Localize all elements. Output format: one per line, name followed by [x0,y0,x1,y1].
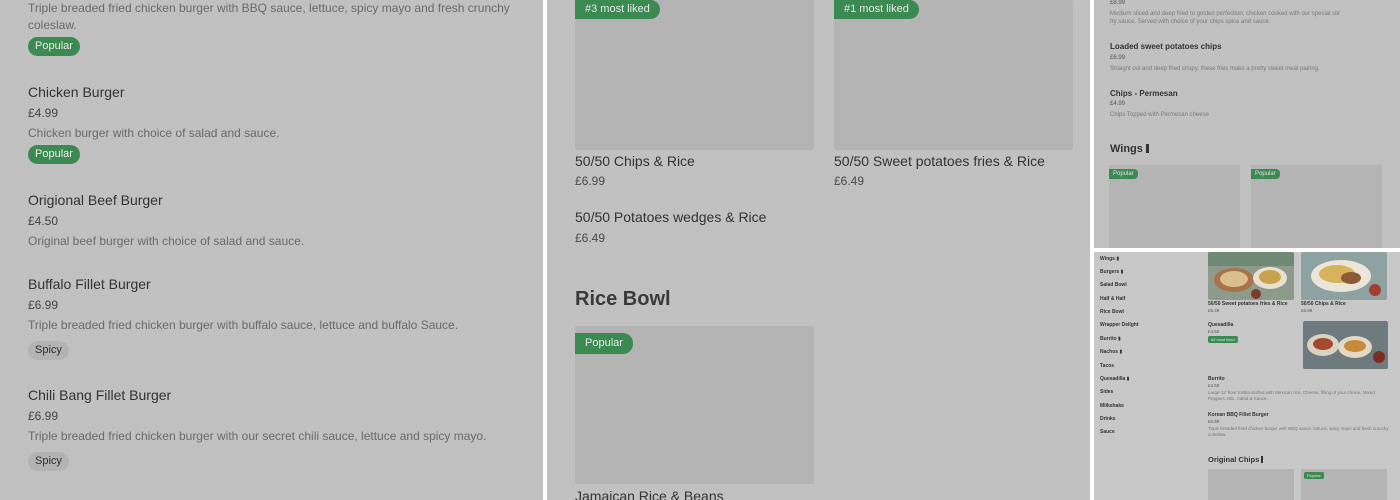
nav-item-sides[interactable]: Sides [1100,389,1113,395]
item-title[interactable]: Chili Bang Fillet Burger [28,387,171,403]
item-price: £6.99 [1110,55,1126,61]
nav-item-milkshake[interactable]: Milkshake [1100,403,1124,409]
item-price: £4.99 [28,106,59,120]
icon-bar [1261,456,1264,463]
nav-item-wings[interactable]: Wings ▮ [1100,256,1119,262]
food-photo-art [1303,321,1388,369]
item-description: Chicken burger with choice of salad and … [28,126,280,140]
product-image[interactable] [575,0,814,150]
item-price: £4.50 [1208,383,1220,388]
item-description: Chips Topped with Permesan cheese [1110,112,1209,118]
item-price: £4.99 [1110,101,1126,107]
item-title[interactable]: Chicken Burger [28,84,125,100]
section-heading: Wings [1110,143,1149,155]
product-price: £6.49 [1208,308,1220,313]
nav-item-burrito[interactable]: Burrito ▮ [1100,336,1121,342]
item-description: Triple breaded fried chicken burger with… [28,318,459,332]
full-menu-panel: Wings ▮ Burgers ▮ Salad Bowl Half & Half… [1094,252,1400,500]
nav-item-tacos[interactable]: Tacos [1100,363,1114,369]
spicy-badge: Spicy [28,341,69,360]
product-price: £6.49 [834,174,865,188]
food-photo[interactable] [1301,252,1387,300]
item-description: Large 12' flour tortilla stuffed with Me… [1208,390,1375,401]
item-title[interactable]: Loaded sweet potatoes chips [1110,42,1222,51]
product-price: £6.99 [1301,308,1313,313]
item-description: Original beef burger with choice of sala… [28,234,305,248]
item-price: £4.50 [28,214,59,228]
nav-item-quesadilla[interactable]: Quesadilla ▮ [1100,376,1129,382]
item-description: Medium sliced and deep fried to golden p… [1110,11,1341,25]
item-price: £4.50 [1208,329,1220,334]
nav-item-burgers[interactable]: Burgers ▮ [1100,269,1123,275]
section-heading: Original Chips [1208,455,1264,464]
product-title[interactable]: 50/50 Sweet potatoes fries & Rice [1208,301,1287,307]
item-title[interactable]: Chips - Permesan [1110,89,1178,98]
item-title[interactable]: Quesadilla [1208,322,1233,328]
nav-item-half-half[interactable]: Half & Half [1100,296,1125,302]
product-title[interactable]: 50/50 Chips & Rice [575,153,695,169]
nav-item-salad-bowl[interactable]: Salad Bowl [1100,282,1127,288]
item-title[interactable]: Origional Beef Burger [28,192,163,208]
product-title[interactable]: 50/50 Potatoes wedges & Rice [575,209,766,225]
item-price: £6.99 [28,409,59,423]
product-image[interactable] [1208,469,1294,500]
nav-item-drinks[interactable]: Drinks [1100,416,1116,422]
popular-badge: Popular [1109,169,1138,179]
nav-item-rice-bowl[interactable]: Rice Bowl [1100,309,1124,315]
product-title[interactable]: 50/50 Chips & Rice [1301,301,1346,307]
section-title: Original Chips [1208,455,1260,464]
product-price: £6.49 [575,231,606,245]
icon-bar [1145,144,1149,153]
food-photo-art [1301,252,1387,300]
item-description: Triple breaded fried chicken burger with… [1208,426,1389,437]
popular-badge: Popular [575,333,633,354]
item-description: Triple breaded fried chicken burger with… [28,429,487,443]
nav-item-sauce[interactable]: Sauce [1100,429,1115,435]
item-description: Triple breaded fried chicken burger with… [28,1,510,32]
item-title[interactable]: Burrito [1208,376,1225,382]
sides-panel: £8.99 Medium sliced and deep fried to go… [1094,0,1400,248]
popular-badge: Popular [28,37,80,56]
food-photo[interactable] [1208,252,1294,300]
nav-item-wrapper-delight[interactable]: Wrapper Delight [1100,322,1139,328]
item-title[interactable]: Buffalo Fillet Burger [28,276,151,292]
product-title[interactable]: 50/50 Sweet potatoes fries & Rice [834,153,1045,169]
food-photo[interactable] [1303,321,1388,369]
section-heading: Rice Bowl [575,288,671,310]
menu-list-panel: Triple breaded fried chicken burger with… [0,0,543,500]
popular-badge: Popular [1251,169,1280,179]
product-title[interactable]: Jamaican Rice & Beans [575,488,724,500]
item-price: £8.99 [1110,0,1126,6]
product-price: £6.99 [575,174,606,188]
most-liked-badge: #3 most liked [575,0,660,19]
popular-badge: Popular [28,145,80,164]
spicy-badge: Spicy [28,452,69,471]
nav-item-nachos[interactable]: Nachos ▮ [1100,349,1122,355]
product-image[interactable] [834,0,1073,150]
most-liked-badge: #1 most liked [834,0,919,19]
item-price: £6.99 [28,298,59,312]
section-title: Wings [1110,143,1143,155]
most-liked-badge: #2 most liked [1208,336,1238,343]
half-and-half-panel: #3 most liked 50/50 Chips & Rice £6.99 #… [547,0,1090,500]
food-photo-art [1208,252,1294,300]
item-title[interactable]: Korean BBQ Fillet Burger [1208,412,1269,418]
item-price: £6.99 [1208,419,1220,424]
item-description: Straight cut and deep fried crispy, thes… [1110,66,1320,72]
popular-badge: Popular [1304,472,1324,479]
